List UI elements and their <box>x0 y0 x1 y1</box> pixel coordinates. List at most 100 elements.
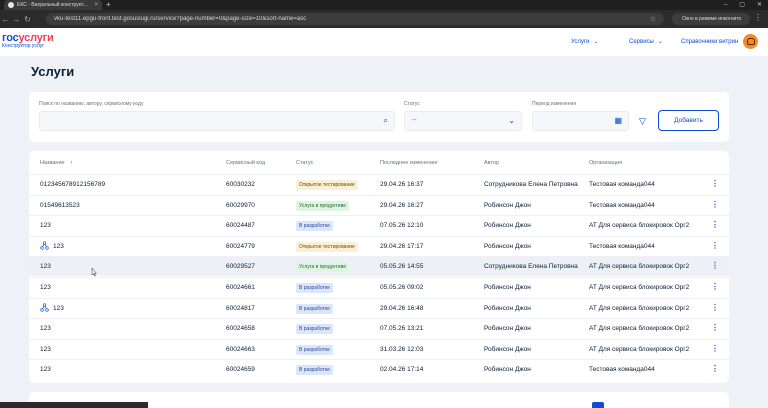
sort-asc-icon: ↑ <box>70 160 73 166</box>
column-code: Сервисный код <box>226 160 266 166</box>
cell-author: Робинсон Джон <box>484 304 531 312</box>
cell-name[interactable]: 012345678912156789 <box>40 181 105 188</box>
nav-item-services-tools[interactable]: Сервисы ⌄ <box>629 38 681 46</box>
row-menu-icon[interactable]: ⋮ <box>711 344 719 353</box>
maximize-icon[interactable]: ▢ <box>739 0 745 10</box>
window-controls: – ▢ ✕ <box>724 0 762 10</box>
row-menu-icon[interactable]: ⋮ <box>711 303 719 312</box>
pagination-current-page[interactable] <box>592 402 604 408</box>
table-row[interactable]: 123 60024663 В разработке 31.03.26 12:03 Роб… <box>29 338 729 359</box>
add-button[interactable]: Добавить <box>658 110 719 131</box>
table-row[interactable]: 012345678912156789 60030232 Открытое тести… <box>29 174 729 194</box>
cell-name[interactable]: 123 <box>53 243 64 250</box>
search-icon[interactable]: ⌕ <box>384 116 388 126</box>
cell-name[interactable]: 123 <box>53 305 64 312</box>
column-name[interactable]: Название ↑ <box>40 160 73 166</box>
url-text: vku-test11.epgu-front.test.gosuslugi.ru/… <box>54 16 307 22</box>
site-header: госуслуги Конструктор услуг Услуги ⌄ Серв… <box>0 28 768 56</box>
chevron-down-icon: ⌄ <box>508 116 515 125</box>
close-tab-icon[interactable]: × <box>94 2 98 8</box>
cell-changed: 05.05.26 09:02 <box>380 284 424 291</box>
cell-changed: 07.05.26 13:21 <box>380 325 424 333</box>
table-row[interactable]: 123 60024659 В разработке 02.04.26 17:14 Роб… <box>29 359 729 379</box>
calendar-icon[interactable]: ▦ <box>614 116 622 125</box>
row-menu-icon[interactable]: ⋮ <box>711 323 719 332</box>
cell-name[interactable]: 123 <box>40 222 51 229</box>
bookmark-star-icon[interactable]: ☆ <box>650 15 656 23</box>
table-row[interactable]: 123 60024817 В разработке 29.04.26 16:48 Роб… <box>29 297 729 318</box>
reload-icon[interactable]: ↻ <box>22 15 33 24</box>
period-picker[interactable]: ▦ <box>532 111 629 131</box>
column-status: Статус <box>296 160 314 166</box>
filter-icon[interactable]: ▽ <box>639 116 646 127</box>
cell-author: Робинсон Джон <box>484 242 531 250</box>
cell-author: Робинсон Джон <box>484 345 531 353</box>
hierarchy-icon <box>40 302 49 312</box>
cell-changed: 05.05.26 14:55 <box>380 263 424 271</box>
address-bar[interactable]: vku-test11.epgu-front.test.gosuslugi.ru/… <box>46 13 664 25</box>
cell-code: 60029527 <box>226 263 255 271</box>
status-badge: В разработке <box>296 344 333 355</box>
cell-author: Робинсон Джон <box>484 284 531 291</box>
nav-item-directories[interactable]: Справочники витрин <box>681 38 738 45</box>
cell-name[interactable]: 01549613523 <box>40 202 80 209</box>
table-row[interactable]: 123 60029527 Услуга в продуктиве 05.05.26 1… <box>29 256 729 277</box>
top-nav: Услуги ⌄ Сервисы ⌄ Справочники витрин <box>571 38 738 46</box>
cell-name[interactable]: 123 <box>40 366 51 373</box>
period-label: Период изменения <box>532 101 577 107</box>
status-badge: В разработке <box>296 303 333 314</box>
browser-menu-icon[interactable]: ⋮ <box>754 13 762 22</box>
status-badge: Открытое тестирование <box>296 241 358 252</box>
row-menu-icon[interactable]: ⋮ <box>711 364 719 373</box>
search-input[interactable]: ⌕ <box>39 111 395 131</box>
nav-item-services[interactable]: Услуги ⌄ <box>571 38 629 46</box>
cell-author: Сотрудникова Елена Петровна <box>484 263 578 271</box>
minimize-icon[interactable]: – <box>724 0 727 10</box>
row-menu-icon[interactable]: ⋮ <box>711 220 719 229</box>
chevron-down-icon: ⌄ <box>593 39 599 45</box>
cell-author: Робинсон Джон <box>484 366 531 374</box>
cell-org: АТ Для сервиса блокировок Орг2 <box>589 345 690 353</box>
cell-code: 60024659 <box>226 366 255 374</box>
status-select[interactable]: -- ⌄ <box>404 111 522 131</box>
table-row[interactable]: 123 60024658 В разработке 07.05.26 13:21 Роб… <box>29 318 729 338</box>
hierarchy-icon <box>40 241 49 250</box>
browser-tab[interactable]: ЕКС - Визуальный конструкт... × <box>4 0 102 10</box>
browser-tabbar: ЕКС - Визуальный конструкт... × + – ▢ ✕ <box>0 0 768 10</box>
row-menu-icon[interactable]: ⋮ <box>711 261 719 270</box>
avatar[interactable] <box>743 34 758 49</box>
cell-org: Тестовая команда044 <box>589 181 655 188</box>
row-menu-icon[interactable]: ⋮ <box>711 179 719 188</box>
row-menu-icon[interactable]: ⋮ <box>711 200 719 209</box>
cell-code: 60024817 <box>226 304 255 312</box>
cell-name[interactable]: 123 <box>40 263 51 270</box>
cell-changed: 07.05.26 12:10 <box>380 222 424 230</box>
forward-icon[interactable]: → <box>11 15 22 24</box>
cell-code: 60024487 <box>226 222 255 230</box>
cell-name[interactable]: 123 <box>40 346 51 353</box>
cell-code: 60024661 <box>226 284 255 291</box>
back-icon[interactable]: ← <box>0 15 11 24</box>
cell-name[interactable]: 123 <box>40 325 51 332</box>
column-org: Организация <box>589 160 623 166</box>
cell-changed: 29.04.26 16:27 <box>380 201 424 209</box>
logo[interactable]: госуслуги Конструктор услуг <box>2 32 54 49</box>
table-row[interactable]: 01549613523 60029970 Услуга в продуктиве 29… <box>29 194 729 215</box>
status-label: Статус <box>404 101 420 107</box>
column-author: Автор <box>484 160 500 166</box>
user-icon <box>746 38 755 45</box>
table-row[interactable]: 123 60024661 В разработке 05.05.26 09:02 Роб… <box>29 277 729 297</box>
cell-org: Тестовая команда044 <box>589 242 655 250</box>
cell-name[interactable]: 123 <box>40 284 51 291</box>
row-menu-icon[interactable]: ⋮ <box>711 282 719 291</box>
new-tab-icon[interactable]: + <box>106 0 111 10</box>
cell-code: 60024658 <box>226 325 255 333</box>
incognito-indicator[interactable]: Окно в режиме инкогнито <box>672 13 750 25</box>
row-menu-icon[interactable]: ⋮ <box>711 241 719 250</box>
close-window-icon[interactable]: ✕ <box>757 0 762 10</box>
cell-author: Робинсон Джон <box>484 325 531 333</box>
table-row[interactable]: 123 60024487 В разработке 07.05.26 12:10 Роб… <box>29 215 729 235</box>
table-row[interactable]: 123 60024779 Открытое тестирование 29.04.26… <box>29 235 729 256</box>
table-header: Название ↑ Сервисный код Статус Последне… <box>29 151 729 174</box>
cell-org: Тестовая команда044 <box>589 201 655 209</box>
